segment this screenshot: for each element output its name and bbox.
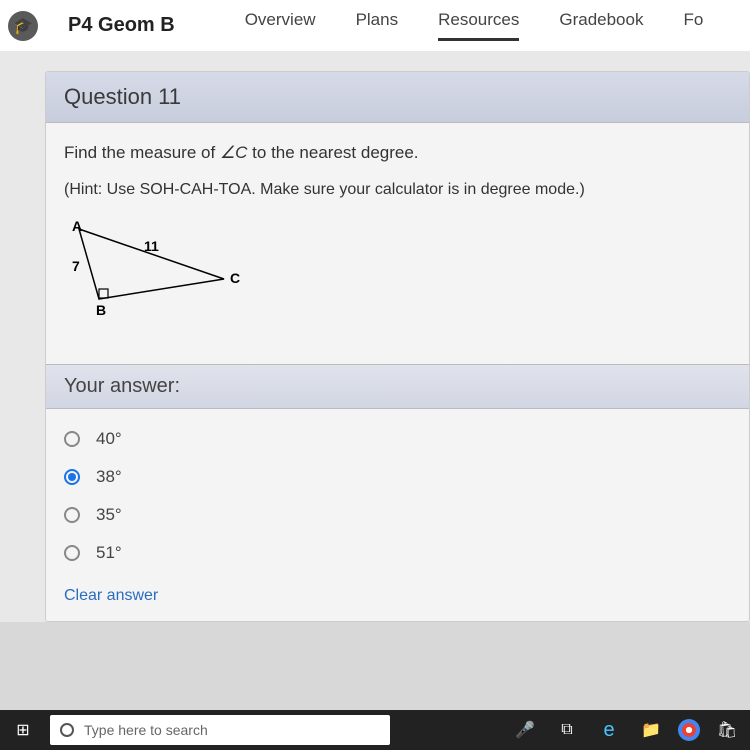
option-0[interactable]: 40° <box>64 429 731 449</box>
side-opposite: 7 <box>72 258 80 274</box>
tab-more[interactable]: Fo <box>683 10 703 41</box>
answer-header: Your answer: <box>46 364 749 409</box>
radio-icon <box>64 507 80 523</box>
microphone-icon[interactable]: 🎤 <box>510 720 540 740</box>
task-view-icon[interactable]: ⧉ <box>552 721 582 739</box>
radio-icon <box>64 469 80 485</box>
windows-start-icon[interactable]: ⊞ <box>8 720 38 740</box>
question-title: Question 11 <box>46 72 749 123</box>
question-hint: (Hint: Use SOH-CAH-TOA. Make sure your c… <box>64 181 731 199</box>
option-label: 38° <box>96 467 122 487</box>
chrome-icon[interactable] <box>678 719 700 741</box>
edge-browser-icon[interactable]: e <box>594 719 624 742</box>
prompt-post: to the nearest degree. <box>247 143 418 162</box>
option-label: 40° <box>96 429 122 449</box>
top-nav: 🎓 P4 Geom B Overview Plans Resources Gra… <box>0 0 750 51</box>
nav-tabs: Overview Plans Resources Gradebook Fo <box>245 10 704 41</box>
radio-icon <box>64 545 80 561</box>
course-title: P4 Geom B <box>68 14 175 37</box>
vertex-b: B <box>96 302 106 318</box>
option-label: 35° <box>96 505 122 525</box>
prompt-angle: ∠C <box>220 143 248 162</box>
vertex-c: C <box>230 270 240 286</box>
search-placeholder: Type here to search <box>84 722 208 738</box>
clear-answer-link[interactable]: Clear answer <box>46 587 749 621</box>
taskbar-search[interactable]: Type here to search <box>50 715 390 745</box>
prompt-pre: Find the measure of <box>64 143 220 162</box>
file-explorer-icon[interactable]: 📁 <box>636 720 666 740</box>
tab-resources[interactable]: Resources <box>438 10 519 41</box>
option-label: 51° <box>96 543 122 563</box>
option-2[interactable]: 35° <box>64 505 731 525</box>
vertex-a: A <box>72 219 82 234</box>
tab-plans[interactable]: Plans <box>356 10 399 41</box>
tab-overview[interactable]: Overview <box>245 10 316 41</box>
store-icon[interactable]: 🛍 <box>712 720 742 740</box>
content-area: Question 11 Find the measure of ∠C to th… <box>0 51 750 622</box>
tab-gradebook[interactable]: Gradebook <box>559 10 643 41</box>
question-prompt: Find the measure of ∠C to the nearest de… <box>64 143 731 163</box>
search-icon <box>60 723 74 737</box>
question-card: Question 11 Find the measure of ∠C to th… <box>45 71 750 622</box>
taskbar: ⊞ Type here to search 🎤 ⧉ e 📁 🛍 <box>0 710 750 750</box>
option-3[interactable]: 51° <box>64 543 731 563</box>
course-avatar-icon[interactable]: 🎓 <box>8 11 38 41</box>
question-body: Find the measure of ∠C to the nearest de… <box>46 123 749 364</box>
side-hypotenuse: 11 <box>144 238 159 254</box>
option-1[interactable]: 38° <box>64 467 731 487</box>
radio-icon <box>64 431 80 447</box>
answer-options: 40° 38° 35° 51° <box>46 409 749 587</box>
triangle-diagram: A B C 11 7 <box>64 219 731 324</box>
